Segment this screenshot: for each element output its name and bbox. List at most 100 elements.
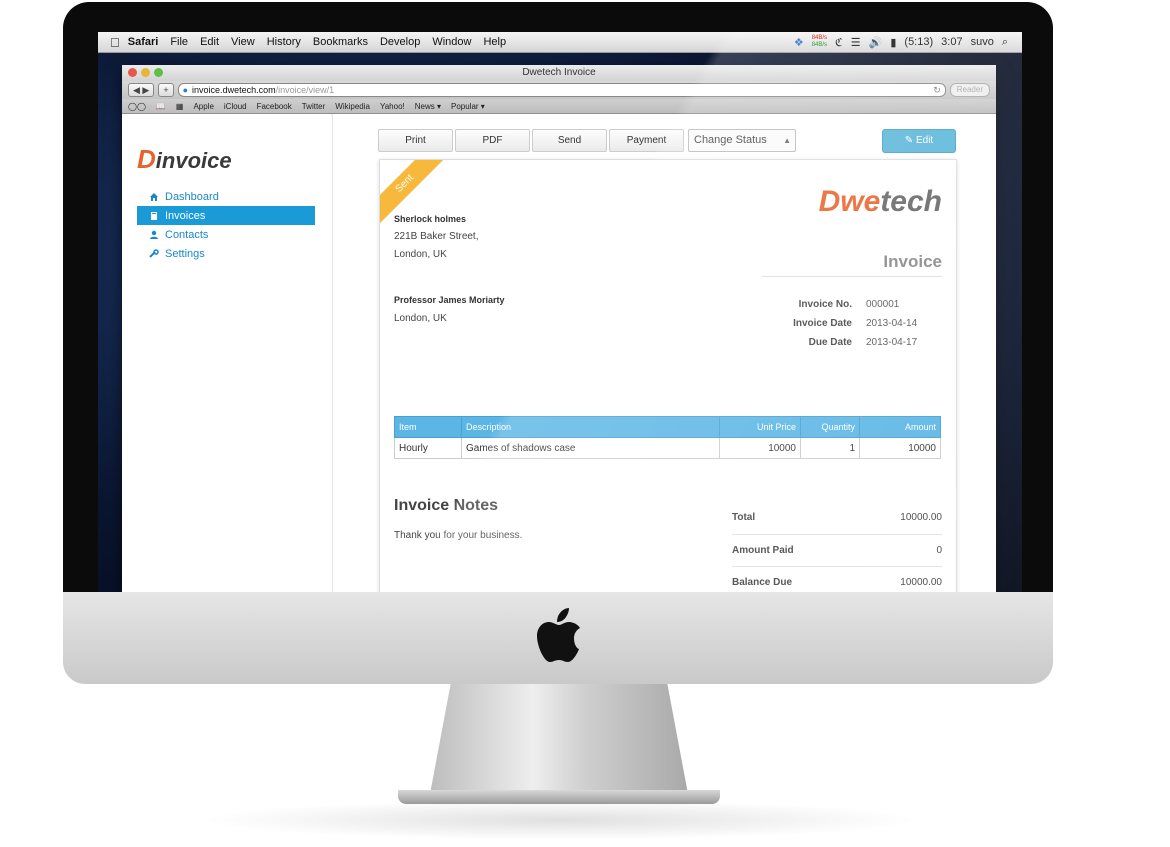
totals-divider — [732, 566, 942, 567]
bluetooth-icon[interactable]: ℭ — [835, 36, 843, 49]
battery-icon[interactable]: ▮ — [890, 36, 896, 49]
cell-item: Hourly — [394, 437, 462, 459]
bookmark-popular-folder[interactable]: Popular ▾ — [451, 102, 485, 111]
change-status-select[interactable]: Change Status ▲▼ — [688, 129, 796, 166]
bookmark-news-folder[interactable]: News ▾ — [415, 102, 441, 111]
volume-icon[interactable]: 🔊 — [869, 36, 883, 49]
edit-button[interactable]: ✎ Edit — [882, 129, 956, 153]
column-header-quantity: Quantity — [800, 416, 860, 438]
reading-list-icon[interactable]: ◯◯ — [128, 102, 146, 111]
menu-app-name[interactable]: Safari — [128, 36, 159, 48]
invoice-date-value: 2013-04-14 — [866, 318, 918, 329]
menu-history[interactable]: History — [267, 36, 301, 48]
due-date-value: 2013-04-17 — [866, 337, 918, 348]
invoice-notes-heading: Invoice Notes — [394, 497, 499, 514]
total-label: Total — [732, 512, 756, 523]
line-items-table: Item Description Unit Price Quantity Amo… — [394, 416, 941, 459]
print-button[interactable]: Print — [378, 129, 453, 152]
menu-bookmarks[interactable]: Bookmarks — [313, 36, 368, 48]
logo-letter: D — [137, 144, 156, 174]
menu-develop[interactable]: Develop — [380, 36, 420, 48]
payment-button[interactable]: Payment — [609, 129, 684, 152]
menu-edit[interactable]: Edit — [200, 36, 219, 48]
dropbox-icon[interactable]: ❖ — [794, 36, 804, 49]
book-icon — [151, 211, 157, 220]
network-speed: 84B/s 84B/s — [812, 35, 827, 49]
recipient-name: Professor James Moriarty — [394, 295, 505, 305]
sidebar-item-contacts[interactable]: Contacts — [137, 225, 315, 244]
menu-help[interactable]: Help — [483, 36, 506, 48]
browser-window: Dwetech Invoice ◀ ▶ + ● invoice.dwetech.… — [122, 65, 996, 592]
globe-icon: ● — [182, 85, 189, 95]
amount-paid-row: Amount Paid 0 — [732, 545, 942, 556]
cell-quantity: 1 — [800, 437, 860, 459]
sidebar-item-dashboard[interactable]: Dashboard — [137, 187, 315, 206]
clock[interactable]: 3:07 — [941, 36, 962, 48]
logo-text: invoice — [155, 148, 232, 173]
amount-paid-label: Amount Paid — [732, 545, 794, 556]
invoice-date-label: Invoice Date — [793, 318, 852, 329]
balance-due-value: 10000.00 — [900, 577, 942, 588]
bookmarks-book-icon[interactable]: 📖 — [156, 102, 166, 111]
window-title: Dwetech Invoice — [522, 67, 596, 78]
cell-unit-price: 10000 — [719, 437, 801, 459]
reload-icon[interactable]: ↻ — [933, 84, 941, 96]
due-date-row: Due Date 2013-04-17 — [742, 337, 942, 348]
close-window-icon[interactable] — [128, 68, 137, 77]
bookmark-apple[interactable]: Apple — [193, 102, 213, 111]
invoice-title: Invoice — [883, 252, 942, 271]
sidebar-item-invoices[interactable]: Invoices — [137, 206, 315, 225]
amount-paid-value: 0 — [936, 545, 942, 556]
menubar-status-area: ❖ 84B/s 84B/s ℭ ☰ 🔊 ▮ (5:13) 3:07 suvo ⌕ — [794, 35, 1008, 49]
title-divider — [762, 276, 942, 277]
send-button[interactable]: Send — [532, 129, 607, 152]
sidebar-item-settings[interactable]: Settings — [137, 244, 315, 263]
bookmarks-bar: ◯◯ 📖 ▦ Apple iCloud Facebook Twitter Wik… — [122, 99, 996, 114]
column-header-item: Item — [394, 416, 462, 438]
sidebar-item-label: Settings — [165, 247, 205, 260]
table-header-row: Item Description Unit Price Quantity Amo… — [394, 416, 941, 438]
url-host: invoice.dwetech.com — [192, 85, 276, 95]
edit-icon: ✎ — [904, 135, 914, 146]
zoom-window-icon[interactable] — [154, 68, 163, 77]
wrench-icon — [149, 248, 159, 258]
column-header-description: Description — [461, 416, 720, 438]
pdf-button[interactable]: PDF — [455, 129, 530, 152]
total-row: Total 10000.00 — [732, 512, 942, 523]
invoice-number-label: Invoice No. — [798, 299, 852, 310]
mac-menubar:  Safari File Edit View History Bookmark… — [98, 32, 1022, 53]
bookmark-facebook[interactable]: Facebook — [257, 102, 292, 111]
net-down-rate: 84B/s — [811, 42, 828, 48]
sidebar-nav: Dashboard Invoices Contacts Settings — [137, 187, 315, 263]
cell-description: Games of shadows case — [461, 437, 720, 459]
invoice-number-row: Invoice No. 000001 — [742, 299, 942, 310]
minimize-window-icon[interactable] — [141, 68, 150, 77]
column-header-unit-price: Unit Price — [719, 416, 801, 438]
spotlight-search-icon[interactable]: ⌕ — [1002, 36, 1008, 49]
back-forward-button[interactable]: ◀ ▶ — [128, 83, 155, 97]
bookmark-twitter[interactable]: Twitter — [302, 102, 326, 111]
home-icon — [150, 192, 158, 201]
sender-name: Sherlock holmes — [394, 214, 467, 224]
bookmark-wikipedia[interactable]: Wikipedia — [335, 102, 370, 111]
user-name[interactable]: suvo — [971, 36, 994, 48]
sidebar-item-label: Invoices — [165, 209, 206, 222]
app-sidebar: Dinvoice Dashboard Invoices Contacts Set… — [122, 114, 333, 592]
top-sites-grid-icon[interactable]: ▦ — [176, 102, 184, 111]
apple-menu-icon[interactable]:  — [110, 35, 120, 50]
address-bar[interactable]: ● invoice.dwetech.com/invoice/view/1 ↻ — [177, 83, 946, 97]
bookmark-icloud[interactable]: iCloud — [224, 102, 247, 111]
menu-window[interactable]: Window — [432, 36, 471, 48]
menu-file[interactable]: File — [170, 36, 188, 48]
reader-button[interactable]: Reader — [949, 83, 990, 97]
new-tab-button[interactable]: + — [158, 83, 174, 97]
change-status-value: Change Status — [694, 134, 767, 146]
app-logo[interactable]: Dinvoice — [137, 144, 232, 175]
menu-view[interactable]: View — [231, 36, 255, 48]
invoice-number-value: 000001 — [866, 299, 900, 310]
imac-stand-base — [398, 790, 720, 804]
bookmark-yahoo[interactable]: Yahoo! — [380, 102, 405, 111]
battery-time: (5:13) — [904, 36, 934, 48]
wifi-icon[interactable]: ☰ — [851, 36, 861, 49]
invoice-document: Sent Sherlock holmes 221B Baker Street, … — [379, 159, 957, 592]
